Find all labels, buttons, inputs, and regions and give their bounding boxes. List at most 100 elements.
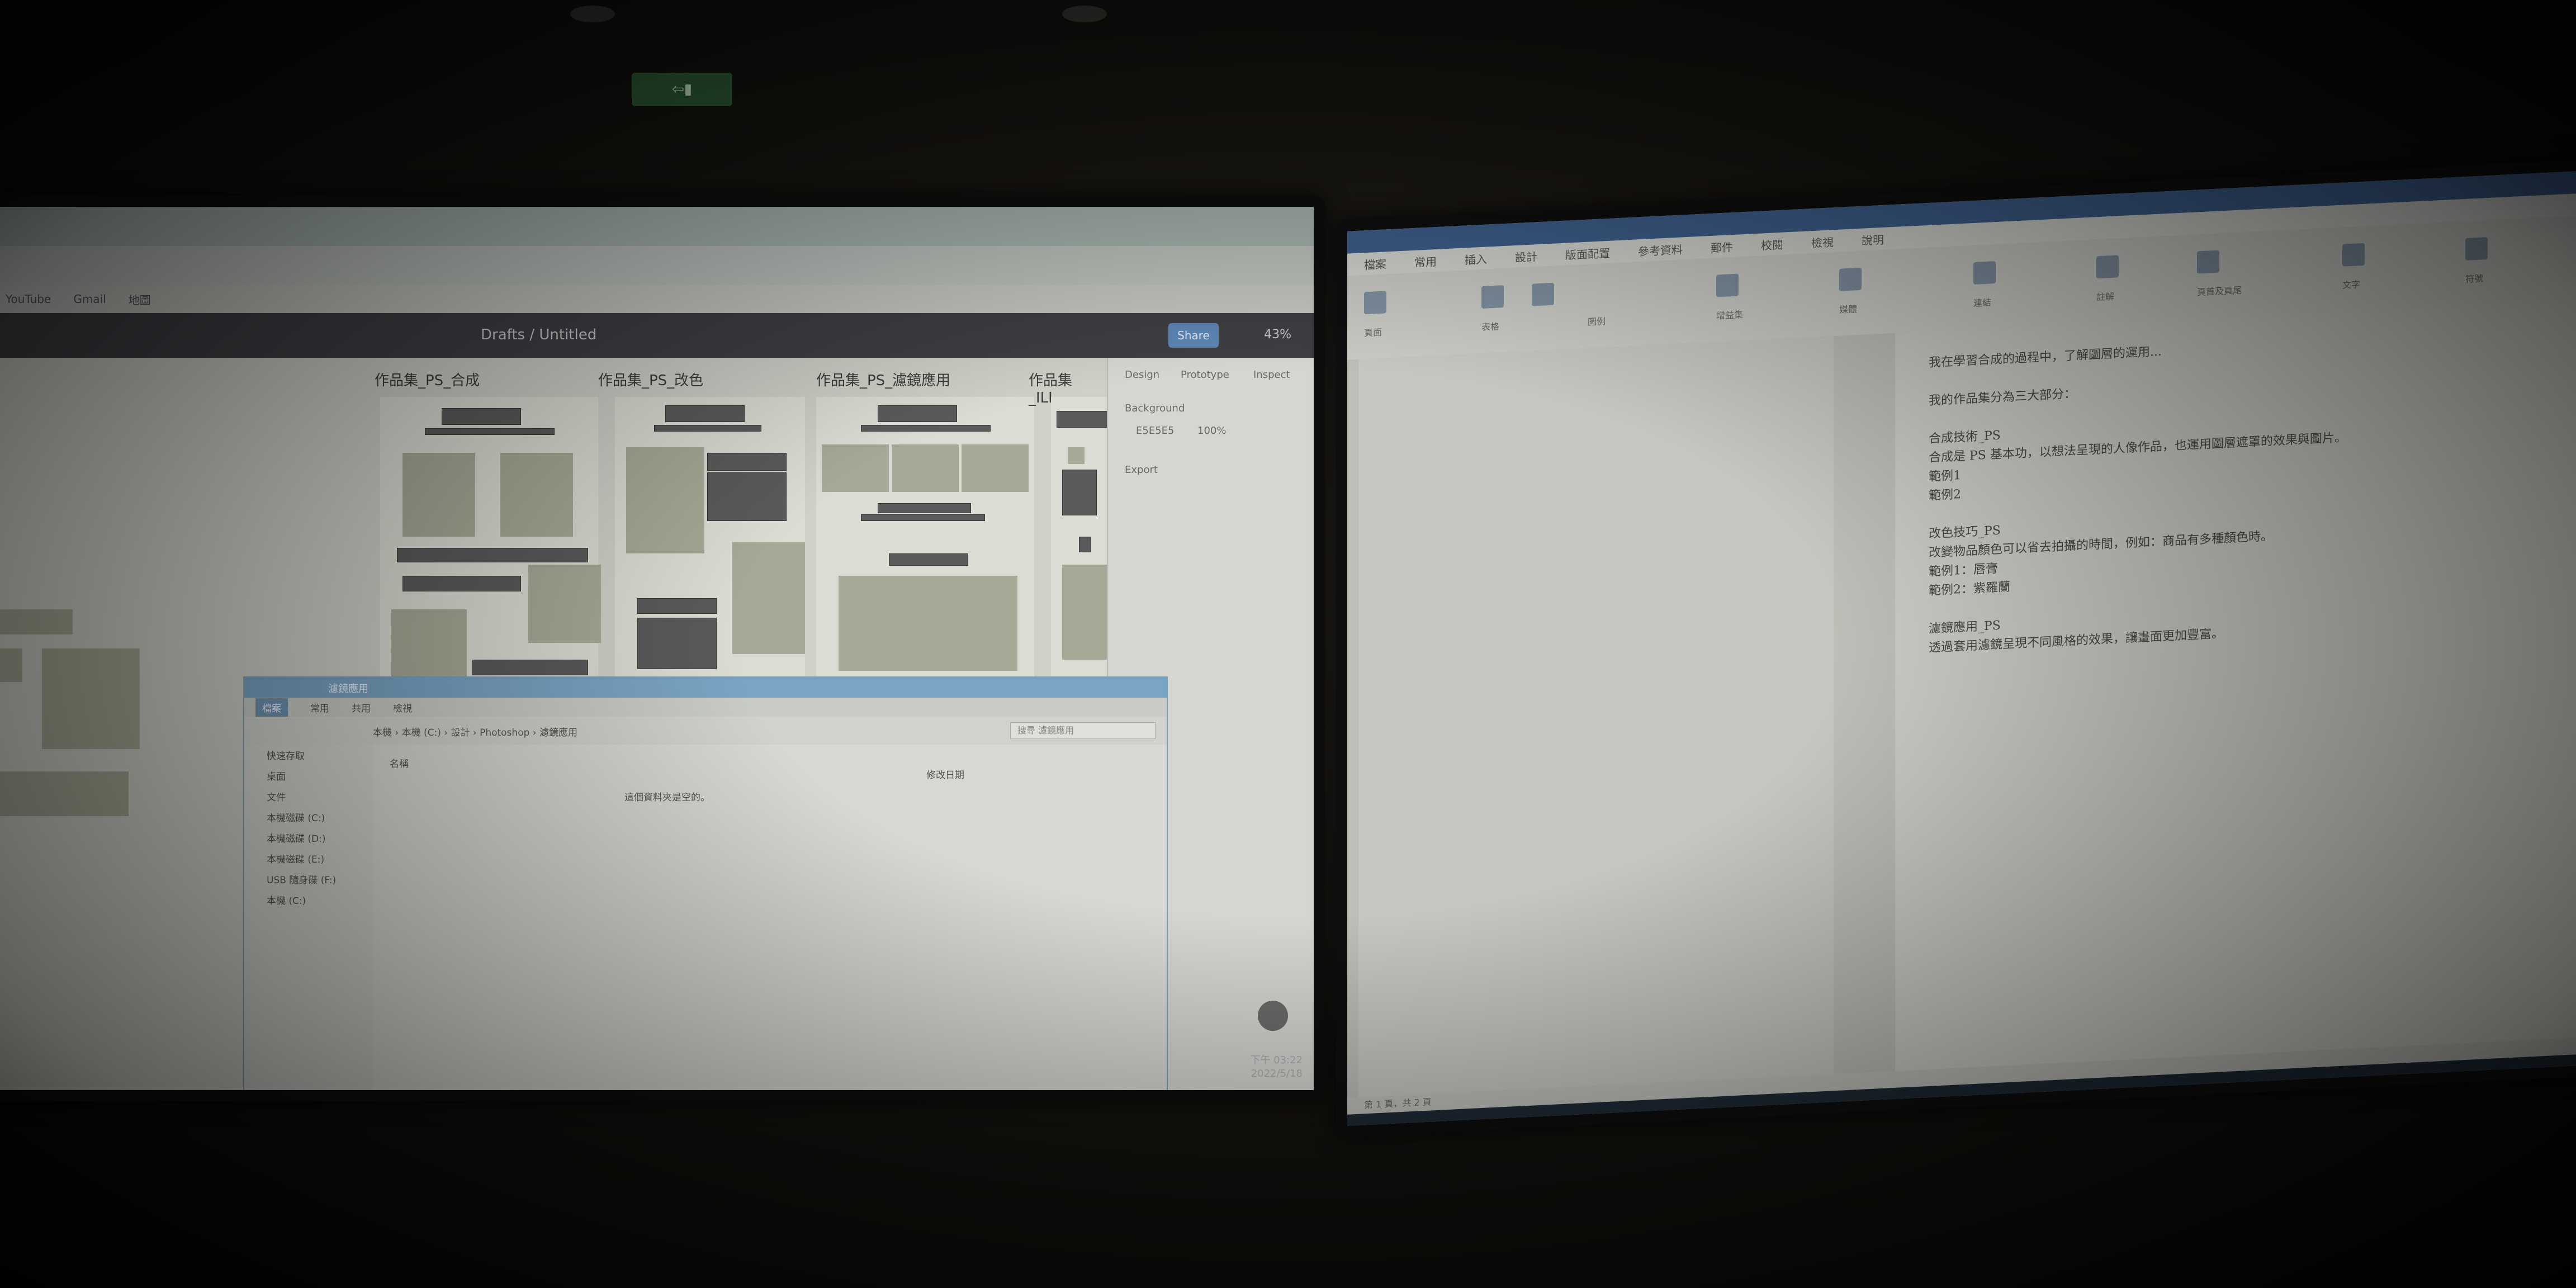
frame-ps-composite[interactable]	[380, 397, 601, 688]
word-tab[interactable]: 郵件	[1711, 238, 1733, 255]
share-button[interactable]: Share	[1168, 323, 1219, 348]
column-header-name[interactable]: 名稱	[390, 756, 409, 770]
frame-bar	[665, 405, 745, 422]
frame-image	[892, 444, 959, 492]
canvas-block	[0, 609, 73, 634]
column-header-modified[interactable]: 修改日期	[926, 767, 964, 781]
canvas-block	[0, 648, 22, 682]
word-tab[interactable]: 參考資料	[1638, 240, 1683, 259]
online-video-icon[interactable]	[1839, 267, 1862, 291]
picture-icon[interactable]	[1532, 282, 1554, 306]
chart-icon[interactable]	[1716, 273, 1739, 297]
zoom-level[interactable]: 43%	[1264, 328, 1291, 342]
system-clock[interactable]: 下午 03:22 2022/5/18	[1250, 1054, 1303, 1081]
frame-image	[500, 453, 573, 537]
frame-image	[962, 444, 1029, 492]
nav-item[interactable]: 文件	[244, 786, 373, 807]
blank-page[interactable]	[1358, 336, 1834, 1097]
word-tab[interactable]: 檔案	[1364, 255, 1386, 272]
frame-label[interactable]: 作品集_PS_合成	[375, 369, 480, 390]
panel-tab-design[interactable]: Design	[1125, 369, 1159, 381]
bookmark-maps[interactable]: 地圖	[129, 291, 151, 307]
bookmark-gmail[interactable]: Gmail	[73, 292, 106, 306]
file-explorer-window: 濾鏡應用 檔案 常用 共用 檢視 本機 › 本機 (C:) › 設計 › Pho…	[243, 676, 1168, 1090]
comment-icon[interactable]	[2096, 255, 2119, 279]
nav-item[interactable]: 本機磁碟 (C:)	[244, 807, 373, 827]
taskbar-item[interactable]: 文件1	[2026, 1085, 2072, 1110]
explorer-file-list[interactable]: 名稱 修改日期 這個資料夾是空的。	[373, 745, 1167, 1090]
word-tab[interactable]: 設計	[1515, 248, 1537, 265]
word-tab[interactable]: 校閱	[1761, 235, 1783, 253]
frame-bar	[637, 598, 717, 614]
nav-item[interactable]: 本機 (C:)	[244, 889, 373, 910]
empty-folder-message: 這個資料夾是空的。	[624, 792, 710, 803]
taskbar-item[interactable]: PS - 濾鏡應用	[1924, 1087, 2010, 1115]
bookmark-youtube[interactable]: YouTube	[6, 292, 51, 306]
right-monitor: 檔案 常用 插入 設計 版面配置 參考資料 郵件 校閱 檢視 說明 頁面 表格 …	[1336, 159, 2576, 1138]
frame-label[interactable]: 作品集_PS_濾鏡應用	[816, 369, 950, 390]
background-opacity[interactable]: 100%	[1197, 425, 1226, 437]
explorer-title-bar[interactable]: 濾鏡應用	[244, 678, 1167, 698]
breadcrumb[interactable]: 本機 › 本機 (C:) › 設計 › Photoshop › 濾鏡應用	[373, 724, 577, 738]
frame-bar	[707, 453, 787, 471]
taskbar-item[interactable]: Coffbrows	[1514, 1110, 1586, 1126]
bookmarks-bar: YouTube Gmail 地圖	[0, 285, 1314, 313]
document-page[interactable]: 我在學習合成的過程中，了解圖層的運用... 我的作品集分為三大部分： 合成技術_…	[1895, 299, 2576, 1071]
explorer-tab-file[interactable]: 檔案	[255, 698, 288, 717]
frame-ill[interactable]	[1051, 397, 1112, 688]
table-icon[interactable]	[1481, 285, 1504, 309]
figma-file-name[interactable]: Drafts / Untitled	[481, 326, 596, 343]
frame-bar	[442, 408, 521, 425]
ribbon-group-label: 圖例	[1588, 316, 1606, 328]
taskbar-item[interactable]: writing.pptx	[1602, 1105, 1685, 1126]
equation-icon[interactable]	[2465, 237, 2488, 261]
frame-bar	[472, 660, 588, 675]
frame-image	[528, 565, 601, 643]
browser-address-bar[interactable]	[0, 246, 1314, 285]
nav-item[interactable]: 桌面	[244, 765, 373, 786]
help-button[interactable]	[1258, 1001, 1288, 1031]
right-screen: 檔案 常用 插入 設計 版面配置 參考資料 郵件 校閱 檢視 說明 頁面 表格 …	[1347, 171, 2576, 1126]
explorer-tab-home[interactable]: 常用	[310, 700, 329, 714]
nav-item[interactable]: 本機磁碟 (D:)	[244, 827, 373, 848]
link-icon[interactable]	[1973, 261, 1996, 285]
ribbon-group-label: 頁首及頁尾	[2197, 285, 2242, 298]
explorer-ribbon-tabs: 檔案 常用 共用 檢視	[244, 698, 1167, 717]
word-tab[interactable]: 插入	[1465, 250, 1487, 267]
taskbar-item[interactable]: Screenshots	[1823, 1094, 1908, 1118]
nav-item[interactable]: 快速存取	[244, 745, 373, 765]
ribbon-group-label: 增益集	[1716, 309, 1744, 321]
frame-ps-color[interactable]	[615, 397, 805, 688]
nav-item[interactable]: USB 隨身碟 (F:)	[244, 869, 373, 889]
frame-ps-filter[interactable]	[816, 397, 1034, 688]
header-icon[interactable]	[2197, 250, 2219, 274]
nav-item[interactable]: 本機磁碟 (E:)	[244, 848, 373, 869]
windows-start-icon[interactable]: ⊞	[1364, 1121, 1376, 1126]
textbox-icon[interactable]	[2342, 243, 2365, 267]
word-tab[interactable]: 說明	[1862, 230, 1884, 248]
background-value[interactable]: E5E5E5	[1136, 425, 1174, 437]
canvas-block	[0, 771, 129, 816]
frame-image	[822, 444, 889, 492]
word-tab[interactable]: 常用	[1414, 252, 1437, 269]
document-body[interactable]: 我在學習合成的過程中，了解圖層的運用... 我的作品集分為三大部分： 合成技術_…	[1929, 333, 2347, 658]
export-label[interactable]: Export	[1125, 464, 1158, 476]
explorer-title: 濾鏡應用	[328, 683, 368, 695]
frame-image	[839, 576, 1017, 671]
frame-label[interactable]: 作品集_PS_改色	[598, 369, 703, 390]
explorer-tab-view[interactable]: 檢視	[393, 700, 412, 714]
figma-toolbar: Drafts / Untitled Share 43%	[0, 313, 1314, 358]
browser-tab-bar[interactable]	[0, 207, 1314, 246]
word-tab[interactable]: 版面配置	[1565, 244, 1610, 262]
frame-bar	[654, 425, 761, 432]
word-tab[interactable]: 檢視	[1811, 233, 1834, 250]
cover-page-icon[interactable]	[1364, 291, 1386, 315]
panel-tab-inspect[interactable]: Inspect	[1253, 369, 1290, 381]
explorer-search-input[interactable]: 搜尋 濾鏡應用	[1010, 722, 1156, 739]
left-monitor: YouTube Gmail 地圖 Drafts / Untitled Share…	[0, 196, 1325, 1101]
frame-bar	[1062, 470, 1097, 515]
taskbar-item[interactable]: Untitled - Figma	[1702, 1099, 1807, 1124]
panel-tab-prototype[interactable]: Prototype	[1181, 369, 1229, 381]
explorer-tab-share[interactable]: 共用	[352, 700, 371, 714]
taskbar-item[interactable]: Untitled - Figma	[1393, 1114, 1498, 1126]
